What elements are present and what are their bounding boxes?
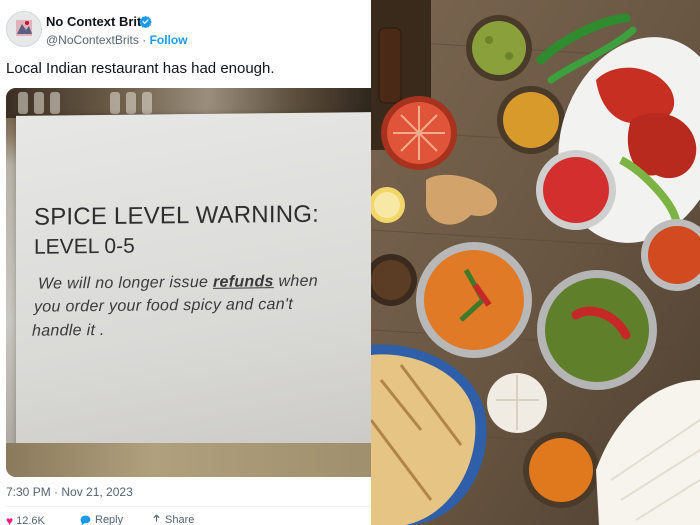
sign-line-2: you order your food spicy and can't (34, 295, 294, 316)
glass-shape (50, 92, 60, 114)
avatar[interactable] (6, 11, 42, 47)
sign-line-3: handle it . (32, 321, 105, 340)
glass-shape (126, 92, 136, 114)
reply-bubble-icon (80, 515, 91, 525)
warning-sign: SPICE LEVEL WARNING: LEVEL 0-5 We will n… (16, 112, 371, 476)
tweet-photo[interactable]: SPICE LEVEL WARNING: LEVEL 0-5 We will n… (6, 88, 371, 477)
handle-row: @NoContextBrits · Follow (46, 33, 188, 47)
tweet-timestamp[interactable]: 7:30 PM · Nov 21, 2023 (6, 485, 133, 499)
glass-shape (18, 92, 28, 114)
sign-line-1-start: We will no longer issue (38, 273, 213, 293)
share-label: Share (165, 514, 195, 525)
food-photo (371, 0, 700, 525)
share-arrow-icon (153, 514, 160, 522)
verified-badge-icon (139, 15, 152, 28)
like-button[interactable]: ♥ 12.6K (6, 514, 45, 525)
indian-food-image (371, 0, 700, 525)
share-button[interactable]: Share (151, 514, 194, 525)
divider (6, 506, 371, 507)
author-name[interactable]: No Context Brits (46, 14, 149, 29)
sign-line-1-end: when (273, 272, 318, 291)
avatar-image-icon (16, 20, 32, 36)
dot-separator: · (142, 33, 147, 47)
glass-shape (142, 92, 152, 114)
follow-button[interactable]: Follow (150, 33, 188, 47)
tweet-text: Local Indian restaurant has had enough. (6, 60, 275, 77)
sign-title: SPICE LEVEL WARNING: (34, 200, 319, 231)
reply-button[interactable]: Reply (79, 514, 123, 525)
heart-icon: ♥ (6, 514, 14, 525)
reply-label: Reply (95, 514, 124, 525)
glass-shape (34, 92, 44, 114)
tweet-card: No Context Brits @NoContextBrits · Follo… (0, 0, 371, 525)
glass-shape (110, 92, 120, 114)
sign-level: LEVEL 0-5 (34, 234, 135, 259)
photo-counter (6, 443, 371, 477)
sign-line-1: We will no longer issue refunds when (38, 273, 318, 294)
like-count: 12.6K (16, 515, 45, 525)
sign-refunds-word: refunds (212, 273, 274, 291)
author-handle[interactable]: @NoContextBrits (46, 33, 139, 47)
